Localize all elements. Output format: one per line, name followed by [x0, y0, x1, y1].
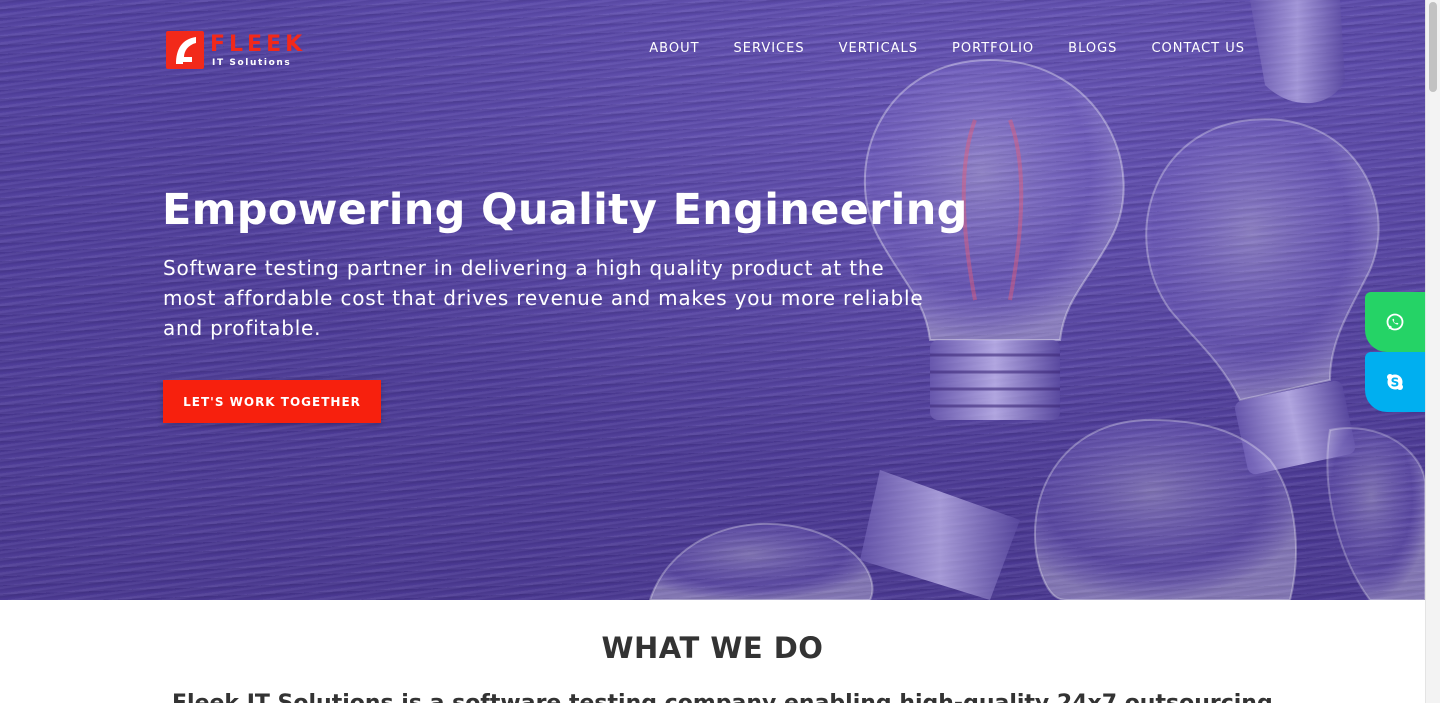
- lets-work-together-button[interactable]: LET'S WORK TOGETHER: [163, 380, 381, 423]
- page: FLEEK IT Solutions ABOUT SERVICES VERTIC…: [0, 0, 1425, 703]
- whatsapp-icon: [1386, 313, 1404, 331]
- logo-mark-icon: [166, 31, 204, 69]
- skype-button[interactable]: S: [1365, 352, 1425, 412]
- hero-banner: FLEEK IT Solutions ABOUT SERVICES VERTIC…: [0, 0, 1425, 600]
- hero-title: Empowering Quality Engineering: [162, 185, 968, 235]
- nav-about[interactable]: ABOUT: [649, 41, 699, 57]
- svg-text:S: S: [1391, 376, 1400, 390]
- what-we-do-intro: Fleek IT Solutions is a software testing…: [172, 688, 1272, 703]
- what-we-do-heading: WHAT WE DO: [601, 631, 824, 665]
- brand-tagline: IT Solutions: [212, 58, 292, 68]
- nav-verticals[interactable]: VERTICALS: [839, 41, 918, 57]
- nav-services[interactable]: SERVICES: [734, 41, 805, 57]
- scrollbar-thumb[interactable]: [1429, 2, 1437, 92]
- nav-blogs[interactable]: BLOGS: [1068, 41, 1117, 57]
- nav-portfolio[interactable]: PORTFOLIO: [952, 41, 1034, 57]
- page-scrollbar[interactable]: [1425, 0, 1440, 703]
- main-nav: ABOUT SERVICES VERTICALS PORTFOLIO BLOGS…: [649, 41, 1245, 57]
- whatsapp-button[interactable]: [1365, 292, 1425, 352]
- nav-contact-us[interactable]: CONTACT US: [1151, 41, 1245, 57]
- brand-logo[interactable]: FLEEK IT Solutions: [166, 31, 316, 71]
- hero-subtitle: Software testing partner in delivering a…: [163, 256, 924, 340]
- brand-name: FLEEK: [210, 32, 307, 57]
- skype-icon: S: [1387, 374, 1403, 390]
